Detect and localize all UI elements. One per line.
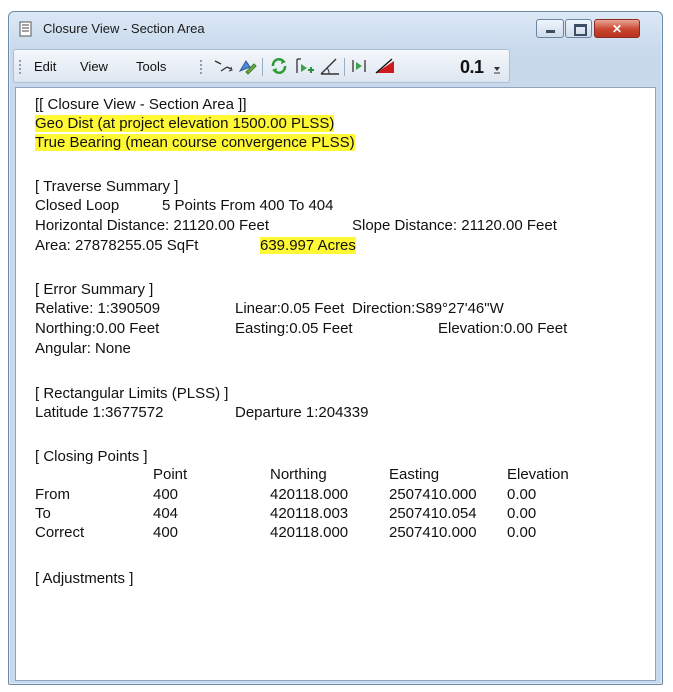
area-acres: 639.997 Acres <box>260 237 356 254</box>
column-header-elevation: Elevation <box>507 466 569 483</box>
row-northing: 420118.000 <box>270 486 349 503</box>
angular-error: Angular: None <box>35 340 131 357</box>
close-icon: ✕ <box>611 21 623 36</box>
direction-error: Direction:S89°27'46"W <box>352 300 504 317</box>
row-elevation: 0.00 <box>507 486 537 503</box>
row-label: Correct <box>35 524 85 541</box>
add-point-icon[interactable] <box>293 55 315 77</box>
select-tool-icon[interactable] <box>236 55 258 77</box>
easting-error: Easting:0.05 Feet <box>235 320 353 337</box>
toolbar-overflow-icon[interactable] <box>492 62 502 76</box>
points-text: 5 Points From 400 To 404 <box>162 197 334 214</box>
area-sqft: Area: 27878255.05 SqFt <box>35 237 199 254</box>
northing-error: Northing:0.00 Feet <box>35 320 160 337</box>
menu-view[interactable]: View <box>80 59 108 74</box>
row-easting: 2507410.054 <box>389 505 477 522</box>
title-bar[interactable]: Closure View - Section Area ✕ <box>9 12 662 44</box>
menu-tools[interactable]: Tools <box>136 59 166 74</box>
horizontal-distance: Horizontal Distance: 21120.00 Feet <box>35 217 270 234</box>
linear-error: Linear:0.05 Feet <box>235 300 345 317</box>
column-header-point: Point <box>153 466 188 483</box>
row-easting: 2507410.000 <box>389 524 477 541</box>
report-header: [[ Closure View - Section Area ]] <box>35 96 247 113</box>
close-button[interactable]: ✕ <box>594 19 640 38</box>
toolbar-separator <box>262 58 263 76</box>
toolbar-grip[interactable] <box>200 60 205 74</box>
row-point: 400 <box>153 486 179 503</box>
row-label: To <box>35 505 51 522</box>
document-icon <box>19 21 32 37</box>
adjustments-title: [ Adjustments ] <box>35 570 134 587</box>
minimize-button[interactable] <box>536 19 564 38</box>
row-northing: 420118.000 <box>270 524 349 541</box>
column-header-easting: Easting <box>389 466 440 483</box>
row-elevation: 0.00 <box>507 505 537 522</box>
menu-edit[interactable]: Edit <box>34 59 56 74</box>
angle-icon[interactable] <box>319 55 341 77</box>
step-forward-icon[interactable] <box>349 55 371 77</box>
maximize-button[interactable] <box>565 19 592 38</box>
precision-value[interactable]: 0.1 <box>460 57 484 78</box>
elevation-error: Elevation:0.00 Feet <box>438 320 568 337</box>
row-point: 400 <box>153 524 179 541</box>
row-northing: 420118.003 <box>270 505 349 522</box>
closed-loop-label: Closed Loop <box>35 197 120 214</box>
closing-points-title: [ Closing Points ] <box>35 448 148 465</box>
toolbar-separator <box>344 58 345 76</box>
minimize-icon <box>546 30 555 33</box>
traverse-summary-title: [ Traverse Summary ] <box>35 178 179 195</box>
closure-view-window: Closure View - Section Area ✕ Edit View … <box>8 11 663 685</box>
window-title: Closure View - Section Area <box>43 21 205 36</box>
relative-error: Relative: 1:390509 <box>35 300 161 317</box>
rectangular-limits-title: [ Rectangular Limits (PLSS) ] <box>35 385 229 402</box>
maximize-icon <box>574 24 587 36</box>
error-summary-title: [ Error Summary ] <box>35 281 154 298</box>
true-bearing-line: True Bearing (mean course convergence PL… <box>35 134 355 151</box>
column-header-northing: Northing <box>270 466 327 483</box>
slope-distance: Slope Distance: 21120.00 Feet <box>352 217 557 234</box>
row-easting: 2507410.000 <box>389 486 477 503</box>
menu-toolbar: Edit View Tools 0.1 <box>13 49 510 83</box>
row-elevation: 0.00 <box>507 524 537 541</box>
refresh-icon[interactable] <box>268 55 290 77</box>
row-label: From <box>35 486 70 503</box>
departure-limit: Departure 1:204339 <box>235 404 369 421</box>
row-point: 404 <box>153 505 179 522</box>
latitude-limit: Latitude 1:3677572 <box>35 404 164 421</box>
report-text-area[interactable]: [[ Closure View - Section Area ]] Geo Di… <box>15 87 656 681</box>
geo-dist-line: Geo Dist (at project elevation 1500.00 P… <box>35 115 335 132</box>
toolbar-grip[interactable] <box>19 60 24 74</box>
direction-arrows-icon[interactable] <box>212 55 234 77</box>
slope-icon[interactable] <box>374 55 396 77</box>
